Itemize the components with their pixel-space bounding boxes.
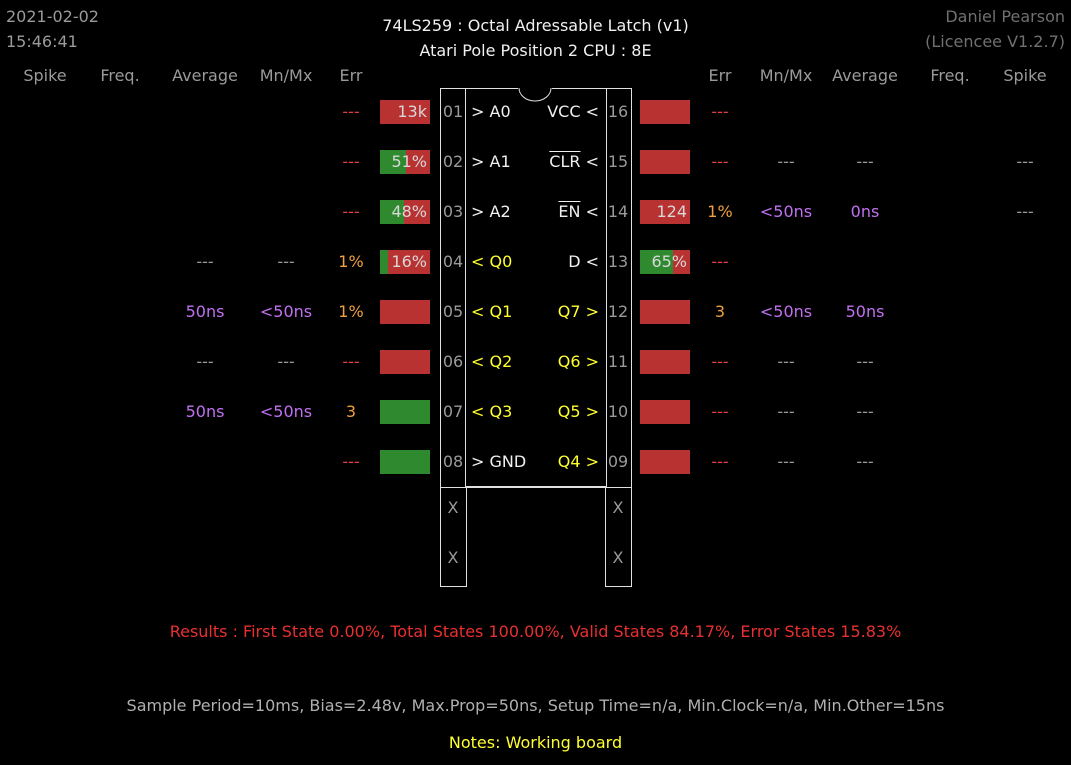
col-header-spike-left: Spike [23, 66, 67, 85]
left-pin-bar-03: 48% [380, 200, 430, 224]
page-title: 74LS259 : Octal Adressable Latch (v1) [382, 16, 689, 35]
left-avg-06: --- [196, 352, 214, 371]
left-pin-bar-08 [380, 450, 430, 474]
col-header-spike-right: Spike [1003, 66, 1047, 85]
col-header-err-left: Err [339, 66, 363, 85]
x-mark-left-1: X [447, 498, 459, 517]
left-avg-04: --- [196, 252, 214, 271]
pin-number-04: 04 [442, 252, 464, 271]
pin-label-15: CLR < [505, 152, 599, 171]
pin-label-12: Q7 > [557, 302, 599, 321]
right-spike-15: --- [1016, 152, 1034, 171]
left-pin-bar-04: 16% [380, 250, 430, 274]
right-err-13: --- [711, 252, 729, 271]
right-avg-12: 50ns [845, 302, 885, 321]
left-pin-bar-02: 51% [380, 150, 430, 174]
col-header-freq-left: Freq. [100, 66, 140, 85]
x-mark-left-2: X [447, 548, 459, 567]
col-header-freq-right: Freq. [930, 66, 970, 85]
pin-label-16: VCC < [547, 102, 599, 121]
pin-label-arrow-15: < [580, 152, 599, 171]
right-mnmx-14: <50ns [759, 202, 813, 221]
left-avg-07: 50ns [185, 402, 225, 421]
left-pin-bar-02-label: 51% [391, 152, 427, 171]
right-mnmx-15: --- [777, 152, 795, 171]
left-pin-bar-06 [380, 350, 430, 374]
pin-number-05: 05 [442, 302, 464, 321]
left-pin-bar-04-label: 16% [391, 252, 427, 271]
pin-label-arrow-14: < [580, 202, 599, 221]
right-mnmx-10: --- [777, 402, 795, 421]
col-header-mnmx-right: Mn/Mx [759, 66, 813, 85]
left-pin-bar-05 [380, 300, 430, 324]
left-pin-bar-07 [380, 400, 430, 424]
right-avg-09: --- [856, 452, 874, 471]
left-pin-bar-01: 13k [380, 100, 430, 124]
pin-label-09: Q4 > [557, 452, 599, 471]
x-mark-right-2: X [612, 548, 624, 567]
right-mnmx-11: --- [777, 352, 795, 371]
page-subtitle: Atari Pole Position 2 CPU : 8E [419, 41, 652, 60]
notes-text: Notes: Working board [448, 733, 623, 752]
pin-label-11: Q6 > [557, 352, 599, 371]
right-avg-14: 0ns [850, 202, 880, 221]
left-pin-bar-01-label: 13k [397, 102, 427, 121]
pin-number-02: 02 [442, 152, 464, 171]
results-text: Results : First State 0.00%, Total State… [169, 622, 902, 641]
pin-number-13: 13 [607, 252, 629, 271]
pin-number-10: 10 [607, 402, 629, 421]
right-avg-11: --- [856, 352, 874, 371]
pin-number-08: 08 [442, 452, 464, 471]
pin-number-11: 11 [607, 352, 629, 371]
pin-number-09: 09 [607, 452, 629, 471]
left-avg-05: 50ns [185, 302, 225, 321]
left-pin-bar-08-fill [380, 450, 430, 474]
chip-notch-icon [518, 87, 552, 102]
pin-label-14: EN < [505, 202, 599, 221]
pin-number-16: 16 [607, 102, 629, 121]
pin-number-01: 01 [442, 102, 464, 121]
pin-label-13: D < [568, 252, 599, 271]
licence-label: (Licencee V1.2.7) [925, 32, 1065, 51]
col-header-average-right: Average [832, 66, 898, 85]
pin-label-overline-14: EN [558, 202, 581, 221]
left-pin-bar-03-label: 48% [391, 202, 427, 221]
right-err-16: --- [711, 102, 729, 121]
pin-number-12: 12 [607, 302, 629, 321]
right-mnmx-09: --- [777, 452, 795, 471]
left-pin-bar-04-fill [380, 250, 388, 274]
chip-inner [465, 88, 607, 487]
right-spike-14: --- [1016, 202, 1034, 221]
pin-label-10: Q5 > [557, 402, 599, 421]
right-avg-15: --- [856, 152, 874, 171]
pin-number-03: 03 [442, 202, 464, 221]
pin-number-07: 07 [442, 402, 464, 421]
pin-number-15: 15 [607, 152, 629, 171]
left-pin-bar-07-fill [380, 400, 430, 424]
x-mark-right-1: X [612, 498, 624, 517]
pin-number-06: 06 [442, 352, 464, 371]
pin-number-14: 14 [607, 202, 629, 221]
right-mnmx-12: <50ns [759, 302, 813, 321]
pin-label-overline-15: CLR [549, 152, 581, 171]
user-name: Daniel Pearson [945, 7, 1065, 26]
col-header-average-left: Average [172, 66, 238, 85]
right-avg-10: --- [856, 402, 874, 421]
params-text: Sample Period=10ms, Bias=2.48v, Max.Prop… [126, 696, 945, 715]
